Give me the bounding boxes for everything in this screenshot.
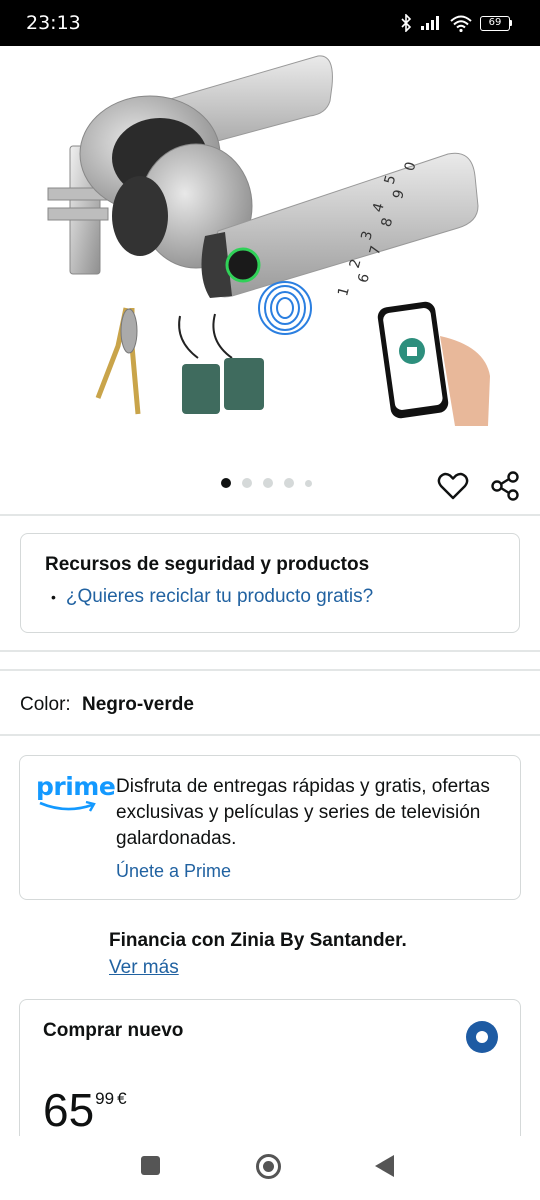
color-label: Color:	[20, 694, 71, 715]
color-value: Negro-verde	[81, 694, 194, 715]
wishlist-button[interactable]	[436, 469, 470, 503]
status-bar: 23:13 69	[0, 0, 540, 46]
see-more-link[interactable]: Ver más	[109, 957, 407, 979]
price-whole: 65	[43, 1084, 95, 1136]
recents-icon[interactable]	[141, 1156, 160, 1175]
prime-logo-text: prime	[36, 772, 116, 801]
battery-icon: 69	[480, 15, 512, 31]
financing-section: Financia con Zinia By Santander. Ver más	[109, 930, 407, 979]
carousel-dots[interactable]	[221, 478, 312, 488]
home-icon[interactable]	[256, 1154, 281, 1179]
recursos-title: Recursos de seguridad y productos	[45, 554, 370, 575]
recycle-link[interactable]: ¿Quieres reciclar tu producto gratis?	[66, 586, 373, 608]
bluetooth-icon	[401, 14, 412, 32]
buy-new-radio[interactable]	[466, 1021, 498, 1053]
buy-new-title: Comprar nuevo	[43, 1020, 184, 1041]
carousel-dot[interactable]	[242, 478, 252, 488]
share-icon	[491, 471, 519, 501]
price-currency: €	[117, 1089, 127, 1108]
price: 65 99 €	[43, 1085, 127, 1135]
recycle-link-item[interactable]: • ¿Quieres reciclar tu producto gratis?	[45, 586, 519, 608]
battery-level: 69	[480, 15, 510, 31]
keys-image	[95, 307, 141, 415]
carousel-dot[interactable]	[305, 479, 312, 487]
price-fraction: 99	[95, 1089, 115, 1108]
carousel-dot[interactable]	[263, 478, 273, 488]
divider	[0, 669, 540, 671]
bullet: •	[51, 589, 56, 605]
status-time: 23:13	[26, 12, 81, 34]
status-icons: 69	[400, 14, 512, 32]
color-selector: Color: Negro-verde	[20, 694, 194, 716]
product-image[interactable]: 1 6 2 7 3 8 4 9 5 0	[0, 46, 540, 466]
wifi-icon	[450, 15, 472, 32]
carousel-dot[interactable]	[221, 478, 231, 488]
signal-icon	[421, 16, 439, 30]
financing-title: Financia con Zinia By Santander.	[109, 930, 407, 951]
heart-icon	[437, 472, 469, 500]
divider	[0, 650, 540, 652]
carousel-dot[interactable]	[284, 478, 294, 488]
back-icon[interactable]	[375, 1155, 394, 1177]
smart-lock-illustration: 1 6 2 7 3 8 4 9 5 0	[47, 55, 490, 426]
keypad-digit: 1	[335, 285, 353, 298]
system-nav-bar	[0, 1136, 540, 1200]
phone-app-image	[377, 301, 490, 426]
fingerprint-graphic	[258, 281, 312, 335]
share-button[interactable]	[489, 469, 523, 503]
recursos-card: Recursos de seguridad y productos • ¿Qui…	[20, 533, 520, 633]
divider	[0, 514, 540, 516]
prime-card[interactable]: prime Disfruta de entregas rápidas y gra…	[19, 755, 521, 900]
keypad-digit: 2	[347, 257, 365, 270]
prime-description: Disfruta de entregas rápidas y gratis, o…	[116, 776, 490, 849]
buy-new-card[interactable]: Comprar nuevo 65 99 €	[19, 999, 521, 1149]
join-prime-link[interactable]: Únete a Prime	[116, 861, 511, 882]
rfid-cards-image	[178, 313, 264, 414]
keypad-digit: 6	[355, 272, 373, 285]
divider	[0, 734, 540, 736]
prime-smile-icon	[39, 800, 96, 812]
prime-logo: prime	[36, 774, 116, 899]
